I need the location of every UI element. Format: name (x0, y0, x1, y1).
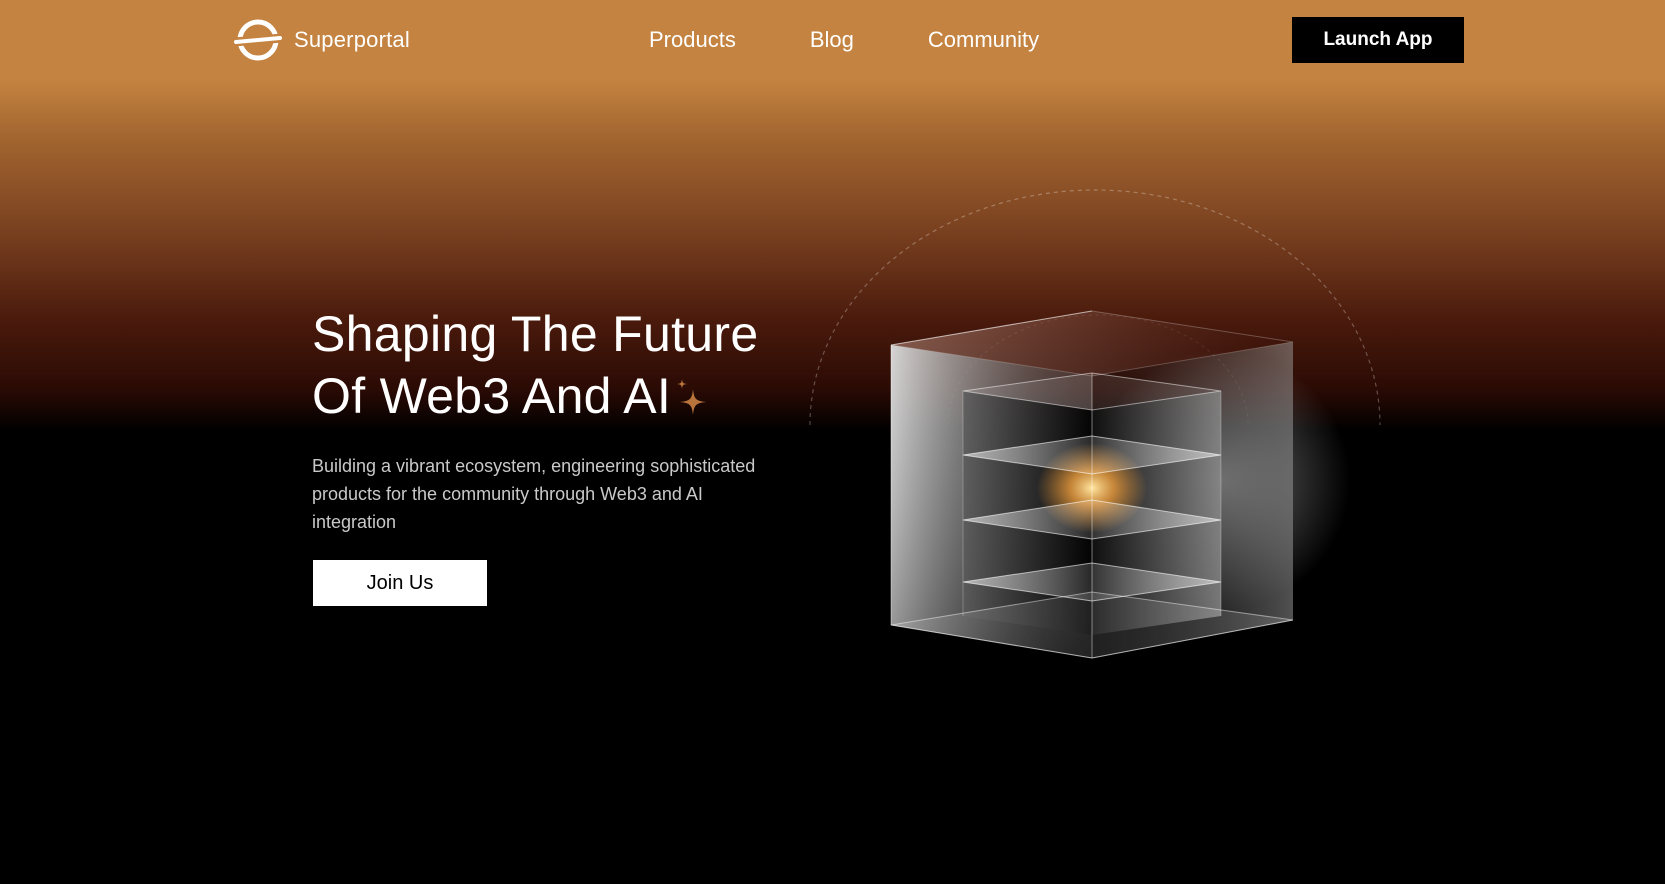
landing-page: Superportal Products Blog Community Laun… (0, 0, 1665, 884)
main-nav: Products Blog Community (649, 22, 1039, 58)
top-nav: Superportal Products Blog Community Laun… (0, 0, 1665, 79)
superportal-logo-icon (233, 19, 283, 61)
brand-name: Superportal (294, 27, 410, 52)
join-us-button[interactable]: Join Us (313, 560, 487, 606)
hero-description: Building a vibrant ecosystem, engineerin… (312, 456, 756, 532)
nav-link-community[interactable]: Community (928, 22, 1039, 58)
sparkle-icon (677, 379, 707, 415)
nav-link-blog[interactable]: Blog (810, 22, 854, 58)
nav-link-products[interactable]: Products (649, 22, 736, 58)
hero-title-line-2-wrap: Of Web3 And AI (312, 365, 832, 427)
hero-title: Shaping The Future Of Web3 And AI (312, 303, 832, 427)
glass-cube-illustration (809, 189, 1381, 659)
hero-title-line-2: Of Web3 And AI (312, 368, 672, 424)
hero-title-line-1: Shaping The Future (312, 306, 759, 362)
launch-app-button[interactable]: Launch App (1292, 17, 1464, 63)
brand-logo-link[interactable]: Superportal (232, 17, 410, 63)
